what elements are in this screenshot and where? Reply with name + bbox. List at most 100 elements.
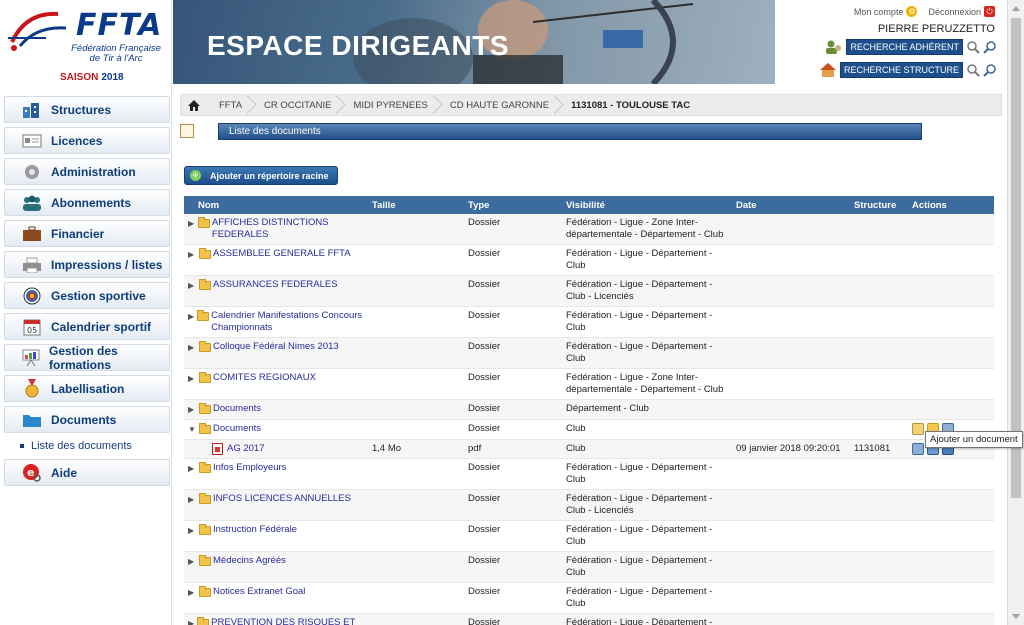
expand-arrow-icon[interactable]: ▶ xyxy=(188,404,196,416)
banner-title: ESPACE DIRIGEANTS xyxy=(207,30,510,61)
breadcrumb-item[interactable]: MIDI PYRENEES xyxy=(341,95,437,115)
table-row[interactable]: ▶ Notices Extranet Goal Dossier Fédération … xyxy=(184,582,994,614)
menu-item-labellisation[interactable]: Labellisation xyxy=(4,375,170,402)
expand-arrow-icon[interactable]: ▶ xyxy=(188,280,196,292)
breadcrumb-item[interactable]: CR OCCITANIE xyxy=(252,95,341,115)
search-structure-row: RECHERCHE STRUCTURE xyxy=(819,62,997,78)
expand-arrow-icon[interactable]: ▶ xyxy=(188,556,196,568)
column-header-date[interactable]: Date xyxy=(732,196,850,214)
table-row[interactable]: AG 2017 1,4 Mo pdf Club 09 janvier 2018 09:2… xyxy=(184,439,994,459)
folder-name-link[interactable]: Documents xyxy=(213,403,261,415)
expand-arrow-icon[interactable]: ▶ xyxy=(188,463,196,475)
collapse-arrow-icon[interactable]: ▼ xyxy=(188,424,196,436)
account-settings-icon[interactable]: ⚙ xyxy=(906,6,918,17)
folder-name-link[interactable]: PREVENTION DES RISQUES ET DES MENACES DA… xyxy=(211,617,364,625)
mon-compte-link[interactable]: Mon compte xyxy=(854,7,904,17)
folder-name-link[interactable]: Calendrier Manifestations Concours Champ… xyxy=(211,310,364,334)
table-row[interactable]: ▶ Instruction Fédérale Dossier Fédération -… xyxy=(184,520,994,552)
menu-item-calendrier[interactable]: 05 Calendrier sportif xyxy=(4,313,170,340)
ffta-logo[interactable]: FFTA Fédération Française de Tir à l'Arc… xyxy=(0,0,171,88)
table-row[interactable]: ▶ AFFICHES DISTINCTIONS FEDERALES Dossier F… xyxy=(184,214,994,245)
folder-name-link[interactable]: Colloque Fédéral Nimes 2013 xyxy=(213,341,339,353)
menu-item-impressions[interactable]: Impressions / listes xyxy=(4,251,170,278)
scroll-thumb[interactable] xyxy=(1011,18,1021,498)
folder-name-link[interactable]: Documents xyxy=(213,423,261,435)
folder-name-link[interactable]: AFFICHES DISTINCTIONS FEDERALES xyxy=(212,217,364,241)
table-row[interactable]: ▶ PREVENTION DES RISQUES ET DES MENACES D… xyxy=(184,613,994,625)
expand-arrow-icon[interactable]: ▶ xyxy=(188,218,195,230)
cell-name: ▶ COMITES REGIONAUX xyxy=(184,368,368,400)
menu-item-aide[interactable]: e Aide xyxy=(4,459,170,486)
table-row[interactable]: ▼ Documents Dossier Club xyxy=(184,419,994,440)
table-row[interactable]: ▶ Infos Employeurs Dossier Fédération - Lig… xyxy=(184,458,994,490)
cell-visibility: Club xyxy=(562,419,732,440)
menu-item-administration[interactable]: Administration xyxy=(4,158,170,185)
table-row[interactable]: ▶ Colloque Fédéral Nimes 2013 Dossier Fédér… xyxy=(184,337,994,369)
expand-arrow-icon[interactable]: ▶ xyxy=(188,373,196,385)
menu-item-structures[interactable]: Structures xyxy=(4,96,170,123)
column-header-type[interactable]: Type xyxy=(464,196,562,214)
folder-name-link[interactable]: ASSURANCES FEDERALES xyxy=(213,279,338,291)
folder-name-link[interactable]: Infos Employeurs xyxy=(213,462,286,474)
download-document-icon[interactable] xyxy=(912,443,924,455)
table-row[interactable]: ▶ COMITES REGIONAUX Dossier Fédération - Li… xyxy=(184,368,994,400)
advanced-search-icon[interactable] xyxy=(983,63,997,77)
page-scrollbar[interactable] xyxy=(1007,0,1024,625)
expand-arrow-icon[interactable]: ▶ xyxy=(188,249,196,261)
file-name-link[interactable]: AG 2017 xyxy=(227,443,265,455)
cell-structure xyxy=(850,214,908,245)
menu-item-abonnements[interactable]: Abonnements xyxy=(4,189,170,216)
cell-visibility: Fédération - Ligue - Département - Club xyxy=(562,306,732,338)
folder-name-link[interactable]: ASSEMBLEE GENERALE FFTA xyxy=(213,248,351,260)
search-icon[interactable] xyxy=(966,63,980,77)
table-row[interactable]: ▶ INFOS LICENCES ANNUELLES Dossier Fédérati… xyxy=(184,489,994,521)
expand-arrow-icon[interactable]: ▶ xyxy=(188,587,196,599)
add-folder-icon[interactable] xyxy=(912,423,924,435)
folder-name-link[interactable]: INFOS LICENCES ANNUELLES xyxy=(213,493,351,505)
deconnexion-link[interactable]: Déconnexion xyxy=(928,7,981,17)
table-row[interactable]: ▶ ASSURANCES FEDERALES Dossier Fédération -… xyxy=(184,275,994,307)
folder-name-link[interactable]: Notices Extranet Goal xyxy=(213,586,305,598)
folder-name-link[interactable]: Instruction Fédérale xyxy=(213,524,297,536)
table-row[interactable]: ▶ ASSEMBLEE GENERALE FFTA Dossier Fédératio… xyxy=(184,244,994,276)
add-root-folder-button[interactable]: + Ajouter un répertoire racine xyxy=(184,166,338,185)
table-row[interactable]: ▶ Médecins Agréés Dossier Fédération - Ligu… xyxy=(184,551,994,583)
menu-label: Abonnements xyxy=(51,195,132,210)
cell-size xyxy=(368,368,464,400)
submenu-liste-documents[interactable]: Liste des documents xyxy=(20,437,172,455)
cell-visibility: Fédération - Ligue - Département - Club xyxy=(562,244,732,276)
search-structure-button[interactable]: RECHERCHE STRUCTURE xyxy=(839,62,963,78)
expand-arrow-icon[interactable]: ▶ xyxy=(188,342,196,354)
search-icon[interactable] xyxy=(966,40,980,54)
menu-item-formations[interactable]: Gestion des formations xyxy=(4,344,170,372)
expand-arrow-icon[interactable]: ▶ xyxy=(188,494,196,506)
search-adherent-button[interactable]: RECHERCHE ADHÉRENT xyxy=(846,39,963,55)
breadcrumb-item[interactable]: FFTA xyxy=(207,95,252,115)
cell-actions xyxy=(908,275,994,307)
menu-item-gestion-sportive[interactable]: Gestion sportive xyxy=(4,282,170,309)
menu-item-financier[interactable]: Financier xyxy=(4,220,170,247)
breadcrumb-item[interactable]: CD HAUTE GARONNE xyxy=(438,95,559,115)
advanced-search-icon[interactable] xyxy=(983,40,997,54)
column-header-taille[interactable]: Taille xyxy=(368,196,464,214)
folder-name-link[interactable]: COMITES REGIONAUX xyxy=(213,372,316,384)
menu-item-licences[interactable]: Licences xyxy=(4,127,170,154)
cell-visibility: Fédération - Ligue - Département - Club … xyxy=(562,489,732,521)
column-header-visibilite[interactable]: Visibilité xyxy=(562,196,732,214)
scroll-up-icon[interactable] xyxy=(1012,6,1020,11)
expand-arrow-icon[interactable]: ▶ xyxy=(188,525,196,537)
scroll-down-icon[interactable] xyxy=(1012,614,1020,619)
cell-type: Dossier xyxy=(464,399,562,420)
expand-arrow-icon[interactable]: ▶ xyxy=(188,311,194,323)
table-row[interactable]: ▶ Calendrier Manifestations Concours Cham… xyxy=(184,306,994,338)
menu-item-documents[interactable]: Documents xyxy=(4,406,170,433)
table-row[interactable]: ▶ Documents Dossier Département - Club xyxy=(184,399,994,420)
expand-arrow-icon[interactable]: ▶ xyxy=(188,618,194,625)
power-icon[interactable]: ⏻ xyxy=(984,6,995,17)
folder-name-link[interactable]: Médecins Agréés xyxy=(213,555,286,567)
column-header-nom[interactable]: Nom xyxy=(184,196,368,214)
search-adherent-row: RECHERCHE ADHÉRENT xyxy=(825,39,997,55)
cell-visibility: Fédération - Ligue - Département - Club xyxy=(562,582,732,614)
column-header-structure[interactable]: Structure xyxy=(850,196,908,214)
home-icon[interactable] xyxy=(181,95,207,115)
